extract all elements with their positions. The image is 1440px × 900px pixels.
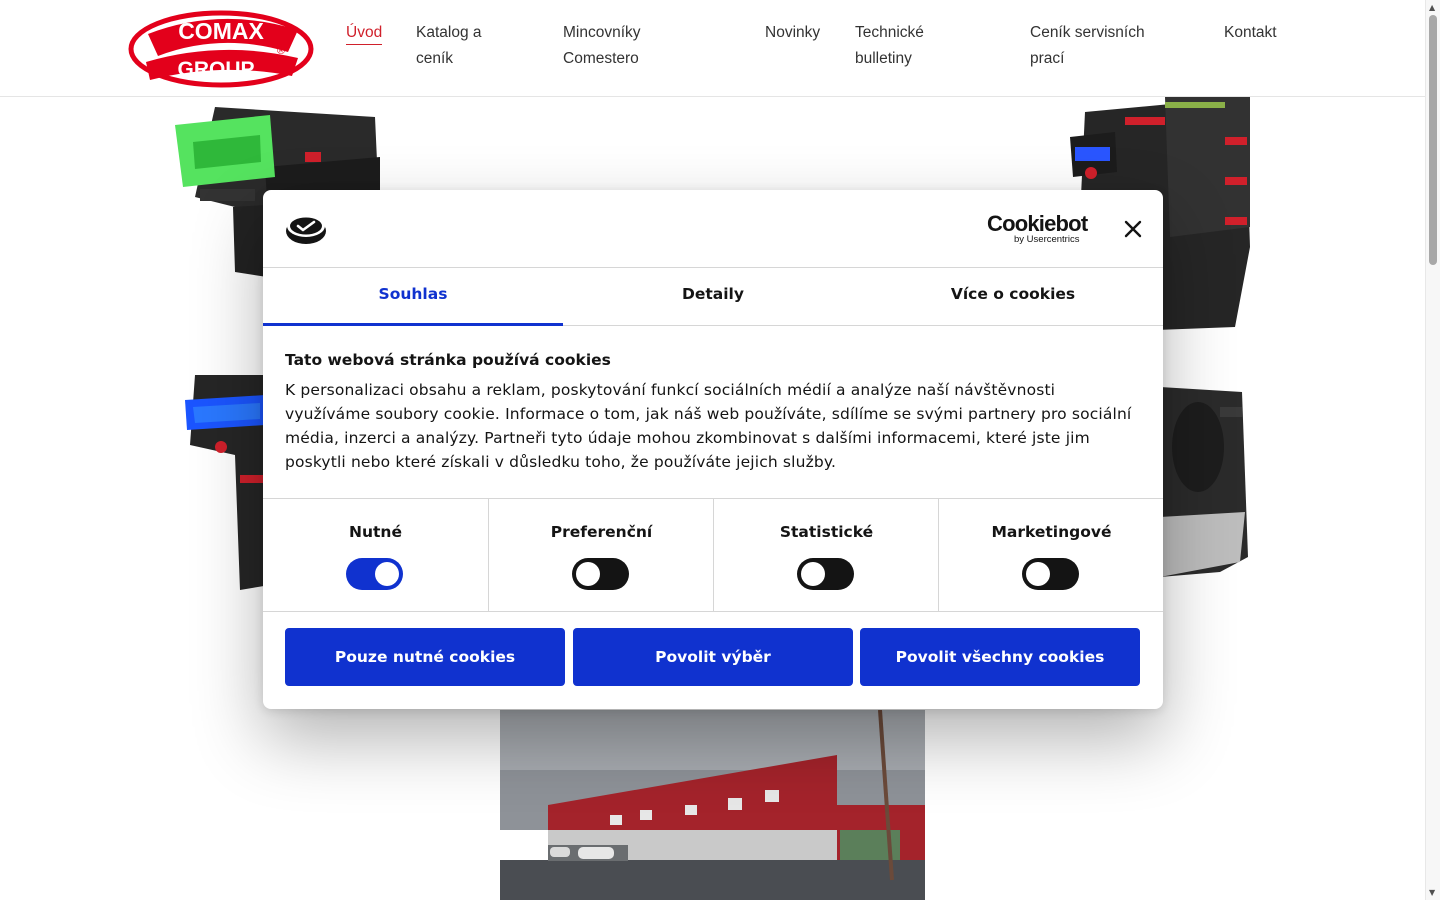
scroll-up-arrow-icon[interactable]: ▲ bbox=[1429, 3, 1435, 12]
coin-changer-image bbox=[1160, 387, 1248, 577]
statistics-toggle[interactable] bbox=[797, 558, 854, 590]
dialog-tabs: Souhlas Detaily Více o cookies bbox=[263, 268, 1163, 326]
close-icon[interactable] bbox=[1121, 217, 1145, 241]
toggle-group-statisticke: Statistické bbox=[713, 499, 938, 612]
allow-selection-button[interactable]: Povolit výběr bbox=[573, 628, 853, 686]
nav-technicke-bulletiny[interactable]: Technické bulletiny bbox=[855, 20, 924, 72]
toggle-knob bbox=[1026, 562, 1050, 586]
nav-novinky[interactable]: Novinky bbox=[765, 20, 820, 46]
svg-text:GROUP: GROUP bbox=[177, 58, 254, 81]
allow-all-button[interactable]: Povolit všechny cookies bbox=[860, 628, 1140, 686]
nav-uvod[interactable]: Úvod bbox=[346, 20, 383, 46]
toggle-label: Preferenční bbox=[550, 523, 653, 541]
page-scrollbar[interactable]: ▲ ▼ bbox=[1425, 0, 1440, 900]
toggle-label: Statistické bbox=[779, 523, 874, 541]
tab-detaily[interactable]: Detaily bbox=[563, 268, 863, 326]
cookiebot-wordmark: Cookiebot bbox=[987, 211, 1088, 236]
nav-katalog[interactable]: Katalog a ceník bbox=[416, 20, 482, 72]
cookie-consent-icon bbox=[286, 215, 326, 244]
cookie-consent-dialog: Cookiebot by Usercentrics Souhlas Detail… bbox=[263, 190, 1163, 709]
dialog-header: Cookiebot by Usercentrics bbox=[263, 190, 1163, 268]
cookiebot-byline: by Usercentrics bbox=[1014, 234, 1080, 245]
scroll-thumb[interactable] bbox=[1429, 15, 1437, 265]
nav-cenik-servisnich-praci[interactable]: Ceník servisních prací bbox=[1030, 20, 1145, 72]
dialog-title: Tato webová stránka používá cookies bbox=[285, 351, 611, 369]
toggle-knob bbox=[375, 562, 399, 586]
toggle-group-marketingove: Marketingové bbox=[938, 499, 1163, 612]
bill-validator-blue-image bbox=[185, 375, 270, 590]
cookiebot-brand-logo[interactable]: Cookiebot by Usercentrics bbox=[987, 212, 1091, 246]
tab-vice-o-cookies[interactable]: Více o cookies bbox=[863, 268, 1163, 326]
dialog-description: K personalizaci obsahu a reklam, poskyto… bbox=[285, 381, 1132, 471]
preferences-toggle[interactable] bbox=[572, 558, 629, 590]
toggle-group-nutne: Nutné bbox=[263, 499, 488, 612]
toggle-label: Nutné bbox=[349, 523, 402, 541]
necessary-only-button[interactable]: Pouze nutné cookies bbox=[285, 628, 565, 686]
toggle-group-preferencni: Preferenční bbox=[488, 499, 713, 612]
consent-toggles: Nutné Preferenční Statistické Marketingo… bbox=[263, 498, 1163, 612]
company-building-photo bbox=[500, 710, 925, 900]
svg-text:®: ® bbox=[277, 45, 285, 57]
scroll-down-arrow-icon[interactable]: ▼ bbox=[1429, 888, 1435, 897]
nav-mincovniky[interactable]: Mincovníky Comestero bbox=[563, 20, 641, 72]
dialog-body: Tato webová stránka používá cookies K pe… bbox=[285, 348, 1145, 474]
marketing-toggle[interactable] bbox=[1022, 558, 1079, 590]
toggle-knob bbox=[801, 562, 825, 586]
comax-group-logo[interactable]: COMAX GROUP ® bbox=[128, 10, 314, 88]
toggle-label: Marketingové bbox=[991, 523, 1112, 541]
nav-kontakt[interactable]: Kontakt bbox=[1224, 20, 1277, 46]
svg-text:COMAX: COMAX bbox=[178, 18, 264, 44]
site-header: COMAX GROUP ® Úvod Katalog a ceník Mincov… bbox=[0, 0, 1425, 97]
tab-souhlas[interactable]: Souhlas bbox=[263, 268, 563, 326]
necessary-toggle[interactable] bbox=[346, 558, 403, 590]
toggle-knob bbox=[576, 562, 600, 586]
